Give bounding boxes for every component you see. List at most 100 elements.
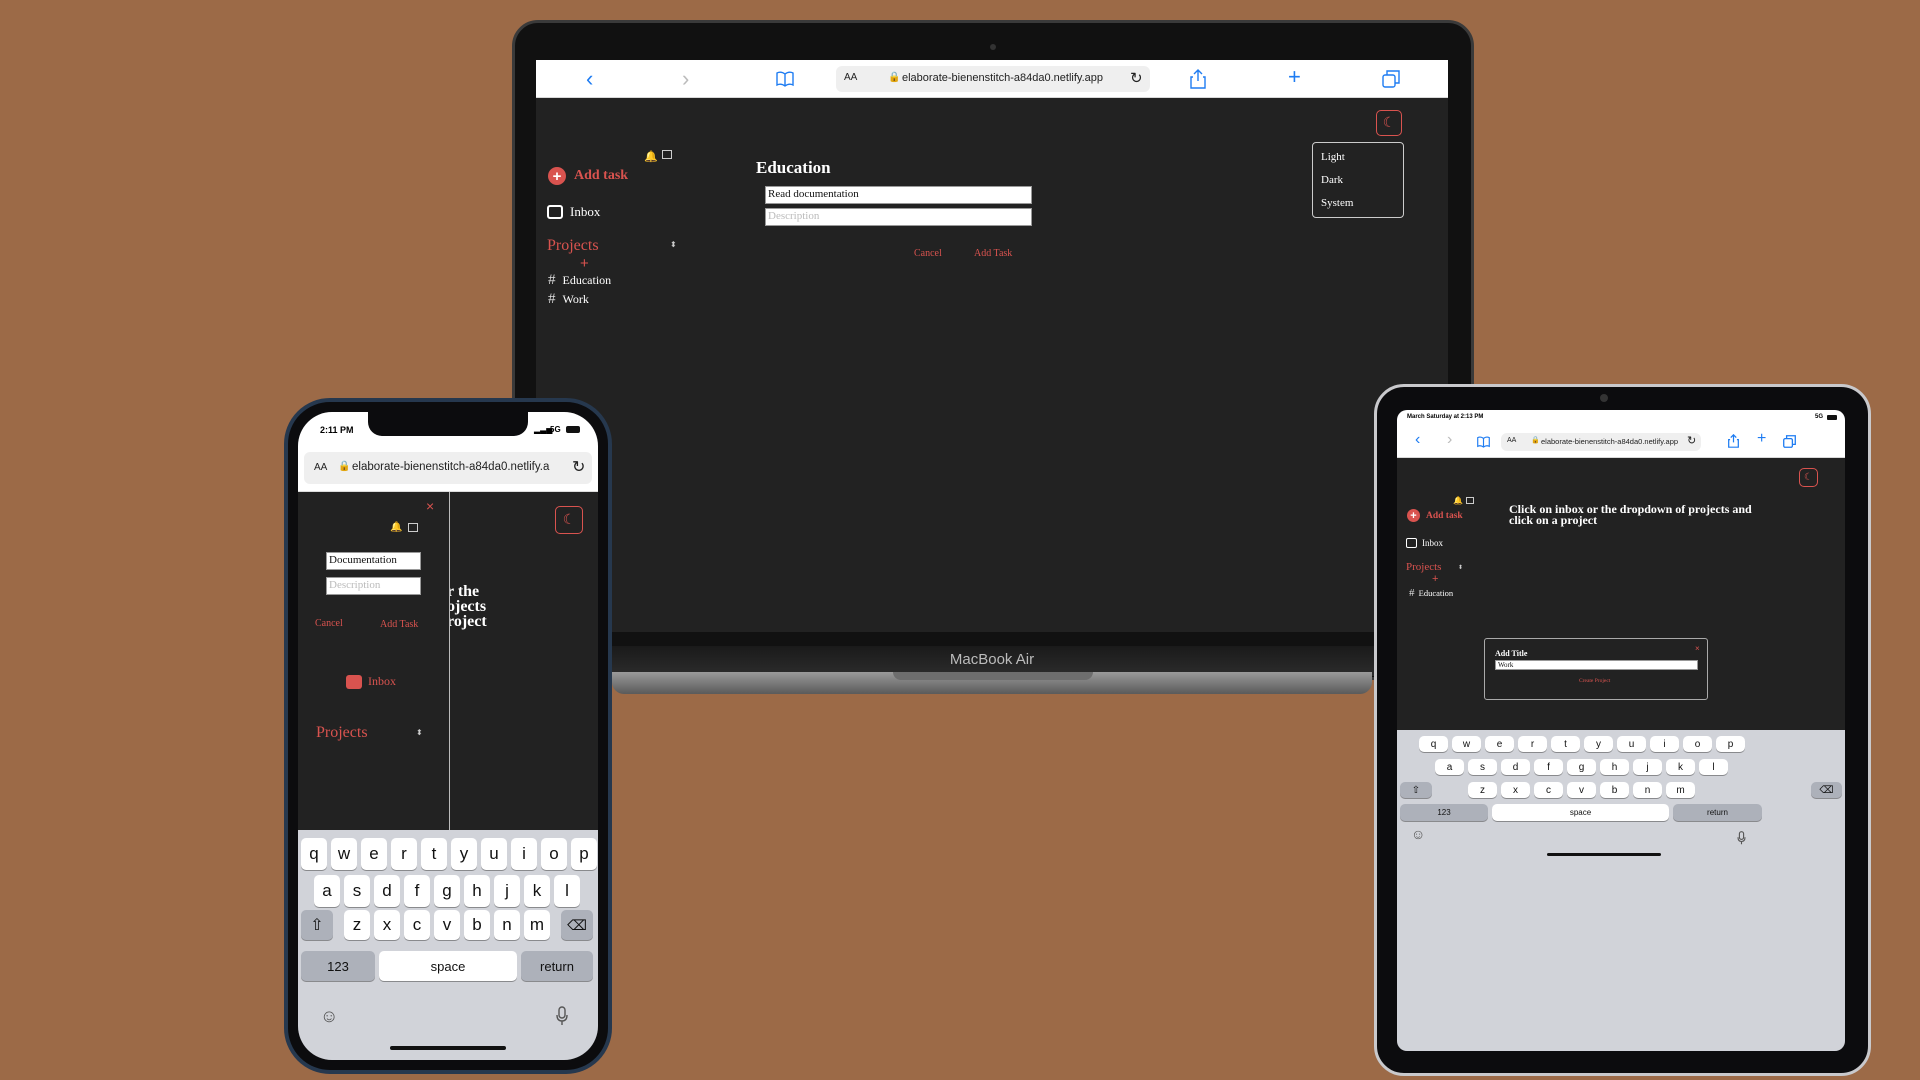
key-l[interactable]: l [1699,759,1728,775]
url-text[interactable]: elaborate-bienenstitch-a84da0.netlify.ap… [902,72,1103,84]
sidebar-toggle-icon[interactable] [408,523,418,532]
key-q[interactable]: q [301,838,327,870]
back-icon[interactable]: ‹ [1415,431,1420,449]
tabs-icon[interactable] [1783,435,1796,448]
bookmarks-icon[interactable] [1477,436,1490,448]
key-x[interactable]: x [1501,782,1530,798]
key-z[interactable]: z [1468,782,1497,798]
key-j[interactable]: j [494,875,520,907]
key-f[interactable]: f [1534,759,1563,775]
cancel-button[interactable]: Cancel [914,248,942,259]
bell-icon[interactable]: 🔔 [390,522,402,533]
sidebar-item-education[interactable]: # Education [548,272,611,289]
create-project-button[interactable]: Create Project [1579,678,1610,684]
key-d[interactable]: d [1501,759,1530,775]
key-t[interactable]: t [421,838,447,870]
key-i[interactable]: i [511,838,537,870]
projects-header[interactable]: Projects [316,724,368,742]
task-name-input[interactable]: Documentation [326,552,421,570]
key-c[interactable]: c [1534,782,1563,798]
add-task-button[interactable]: + Add task [1407,509,1463,522]
key-z[interactable]: z [344,910,370,940]
key-o[interactable]: o [1683,736,1712,752]
key-a[interactable]: a [314,875,340,907]
key-y[interactable]: y [1584,736,1613,752]
key-u[interactable]: u [1617,736,1646,752]
theme-option-dark[interactable]: Dark [1321,174,1343,186]
tabs-icon[interactable] [1382,70,1400,88]
back-icon[interactable]: ‹ [586,66,593,92]
theme-option-light[interactable]: Light [1321,151,1345,163]
key-w[interactable]: w [1452,736,1481,752]
key-a[interactable]: a [1435,759,1464,775]
projects-dropdown-icon[interactable]: ⬍ [670,240,677,249]
add-project-button[interactable]: + [1432,573,1438,585]
reader-aa-button[interactable]: AA [844,72,857,83]
share-icon[interactable] [1190,69,1206,89]
address-bar[interactable]: AA 🔒 elaborate-bienenstitch-a84da0.netli… [1501,433,1701,451]
key-d[interactable]: d [374,875,400,907]
return-key[interactable]: return [1673,804,1762,821]
url-text[interactable]: elaborate-bienenstitch-a84da0.netlify.ap… [1541,437,1678,446]
sidebar-item-inbox[interactable]: Inbox [547,204,600,220]
bookmarks-icon[interactable] [776,71,794,87]
add-project-button[interactable]: + [580,255,589,272]
task-description-input[interactable]: Description [326,577,421,595]
space-key[interactable]: space [379,951,517,981]
add-task-submit-button[interactable]: Add Task [974,248,1012,259]
task-name-input[interactable]: Read documentation [765,186,1032,204]
key-m[interactable]: m [1666,782,1695,798]
reload-icon[interactable]: ↻ [1130,69,1143,87]
phone-address-bar[interactable]: AA 🔒 elaborate-bienenstitch-a84da0.netli… [304,452,592,484]
key-g[interactable]: g [1567,759,1596,775]
new-tab-icon[interactable]: + [1288,64,1301,90]
modal-close-button[interactable]: × [1695,644,1700,653]
projects-header[interactable]: Projects [547,237,599,255]
bell-icon[interactable]: 🔔 [644,150,658,163]
key-s[interactable]: s [344,875,370,907]
key-p[interactable]: p [1716,736,1745,752]
key-q[interactable]: q [1419,736,1448,752]
projects-dropdown-icon[interactable]: ⬍ [1458,564,1463,571]
key-n[interactable]: n [494,910,520,940]
projects-header[interactable]: Projects [1406,561,1441,573]
sidebar-item-work[interactable]: # Work [548,291,589,308]
theme-toggle-button[interactable]: ☾ [555,506,583,534]
forward-icon[interactable]: › [1447,431,1452,449]
microphone-icon[interactable] [1737,831,1746,845]
new-tab-icon[interactable]: + [1757,430,1766,448]
cancel-button[interactable]: Cancel [315,618,343,629]
projects-dropdown-icon[interactable]: ⬍ [416,728,423,737]
key-l[interactable]: l [554,875,580,907]
key-b[interactable]: b [464,910,490,940]
bell-icon[interactable]: 🔔 [1453,496,1463,505]
key-i[interactable]: i [1650,736,1679,752]
sidebar-item-education[interactable]: # Education [1409,587,1453,599]
key-o[interactable]: o [541,838,567,870]
key-r[interactable]: r [391,838,417,870]
theme-toggle-button[interactable]: ☾ [1799,468,1818,487]
key-k[interactable]: k [524,875,550,907]
key-y[interactable]: y [451,838,477,870]
share-icon[interactable] [1728,434,1739,448]
theme-option-system[interactable]: System [1321,197,1353,209]
key-v[interactable]: v [434,910,460,940]
emoji-icon[interactable]: ☺ [320,1006,338,1027]
key-g[interactable]: g [434,875,460,907]
shift-key[interactable]: ⇧ [301,910,333,940]
shift-key[interactable]: ⇧ [1400,782,1432,798]
project-title-input[interactable]: Work [1495,660,1698,670]
key-m[interactable]: m [524,910,550,940]
task-description-input[interactable]: Description [765,208,1032,226]
key-p[interactable]: p [571,838,597,870]
emoji-icon[interactable]: ☺ [1411,828,1425,844]
key-n[interactable]: n [1633,782,1662,798]
sidebar-toggle-icon[interactable] [662,150,672,159]
sidebar-toggle-icon[interactable] [1466,497,1474,504]
delete-key[interactable]: ⌫ [561,910,593,940]
numbers-key[interactable]: 123 [1400,804,1488,821]
reload-icon[interactable]: ↻ [1687,434,1696,447]
reader-aa-button[interactable]: AA [1507,437,1516,444]
key-t[interactable]: t [1551,736,1580,752]
microphone-icon[interactable] [556,1006,568,1026]
